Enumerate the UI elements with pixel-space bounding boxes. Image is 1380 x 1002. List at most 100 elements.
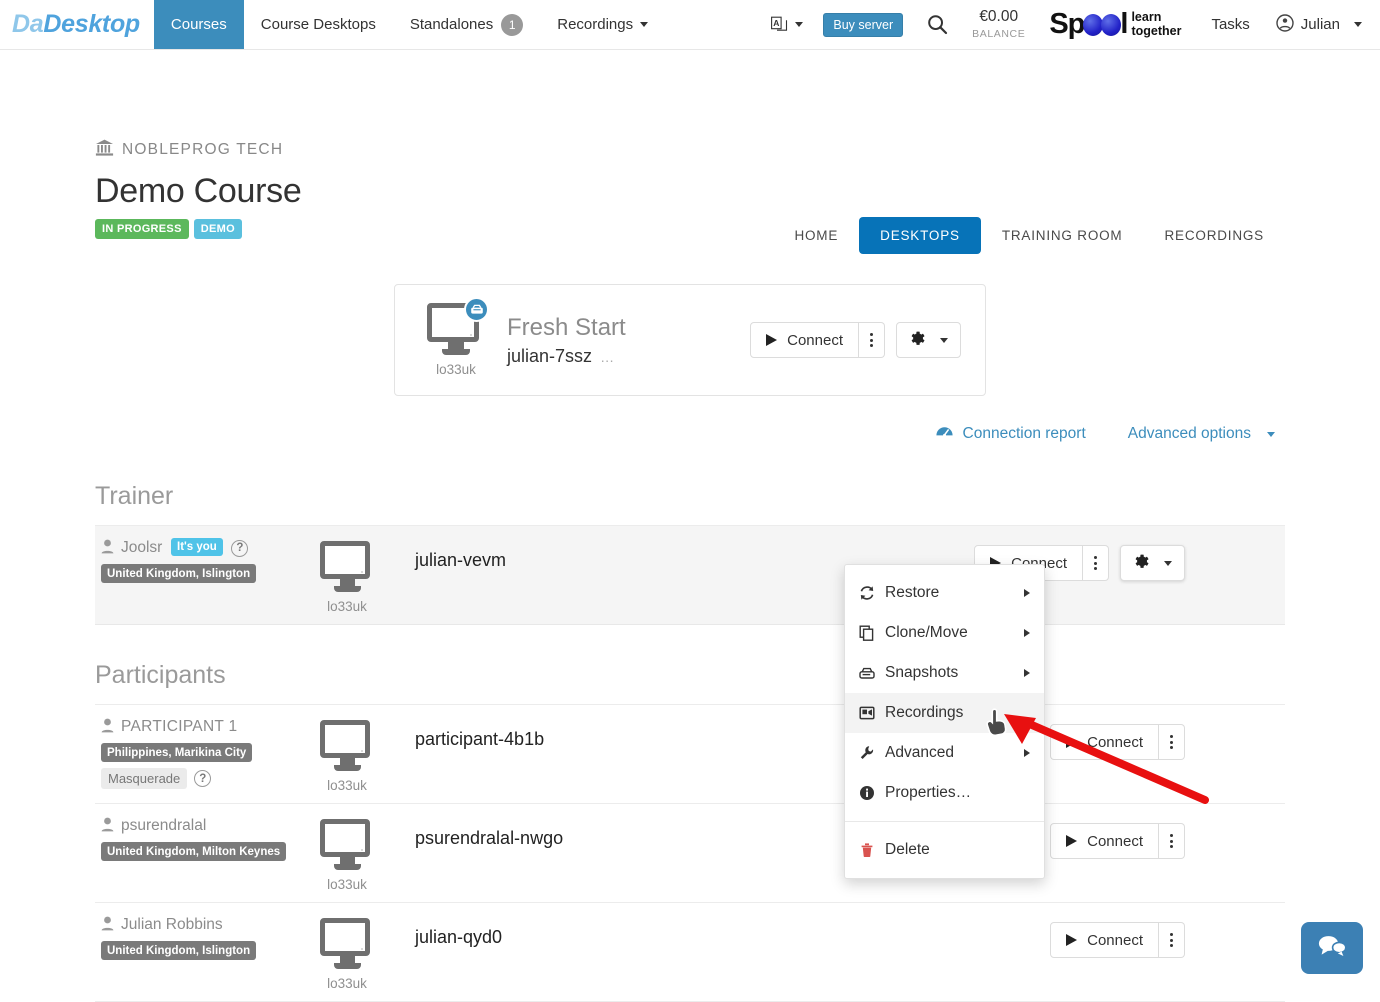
fresh-start-more[interactable]: …: [600, 349, 614, 365]
page-title: Demo Course: [95, 172, 302, 210]
row-user-name: psurendralal: [121, 817, 207, 834]
connect-button-label: Connect: [1087, 832, 1143, 850]
advanced-row: Connection report Advanced options: [95, 422, 1285, 446]
chat-widget-button[interactable]: [1301, 922, 1363, 974]
monitor-server-tag: lo33uk: [327, 778, 367, 793]
menu-item-clone-move[interactable]: Clone/Move: [845, 613, 1044, 653]
brand-logo[interactable]: Da Desktop: [0, 0, 154, 49]
svg-text:A: A: [774, 18, 780, 28]
language-selector[interactable]: A: [761, 16, 813, 33]
row-location-badge: United Kingdom, Milton Keynes: [101, 842, 287, 861]
chevron-right-icon: [1024, 629, 1030, 637]
tab-home[interactable]: HOME: [773, 217, 859, 254]
connection-report-label: Connection report: [962, 425, 1086, 442]
chevron-down-icon: [1354, 22, 1362, 27]
spool-tagline: learn together: [1131, 11, 1181, 37]
menu-item-delete[interactable]: Delete: [845, 830, 1044, 870]
buy-server-button[interactable]: Buy server: [823, 12, 904, 37]
menu-item-recordings-label: Recordings: [885, 704, 964, 721]
kebab-menu-icon[interactable]: [1159, 823, 1185, 859]
trainer-row-list: Joolsr It's you ? United Kingdom, Isling…: [95, 525, 1285, 625]
menu-item-advanced[interactable]: Advanced: [845, 733, 1044, 773]
balance-display[interactable]: €0.00 BALANCE: [962, 9, 1035, 40]
info-icon: [859, 785, 881, 801]
tab-training-room[interactable]: TRAINING ROOM: [981, 217, 1144, 254]
row-location-badge: Philippines, Marikina City: [101, 743, 253, 762]
chevron-down-icon: [640, 22, 649, 27]
connect-button-label: Connect: [1087, 931, 1143, 949]
table-row: psurendralal United Kingdom, Milton Keyn…: [95, 804, 1285, 903]
table-row: Julian Robbins United Kingdom, Islington…: [95, 903, 1285, 1002]
top-navbar: Da Desktop Courses Course Desktops Standa…: [0, 0, 1380, 50]
advanced-options-dropdown[interactable]: Advanced options: [1128, 425, 1275, 443]
person-icon: [101, 539, 114, 557]
fresh-start-text: Fresh Start julian-7ssz …: [507, 314, 626, 367]
breadcrumb[interactable]: NOBLEPROG TECH: [95, 50, 1285, 162]
chevron-right-icon: [1024, 749, 1030, 757]
table-row: PARTICIPANT 1 Philippines, Marikina City…: [95, 705, 1285, 804]
menu-item-properties[interactable]: Properties…: [845, 773, 1044, 813]
monitor-server-tag: lo33uk: [327, 976, 367, 991]
page-content: NOBLEPROG TECH Demo Course IN PROGRESS D…: [0, 50, 1380, 1002]
menu-item-delete-label: Delete: [885, 841, 930, 858]
nav-item-course-desktops[interactable]: Course Desktops: [244, 0, 393, 49]
tab-desktops[interactable]: DESKTOPS: [859, 217, 981, 254]
row-monitor-cell: lo33uk: [310, 916, 415, 991]
user-menu[interactable]: Julian: [1266, 13, 1366, 36]
nav-item-tasks[interactable]: Tasks: [1195, 16, 1265, 33]
monitor-server-tag: lo33uk: [327, 599, 367, 614]
fresh-start-card-wrapper: lo33uk Fresh Start julian-7ssz … Connect: [95, 284, 1285, 396]
advanced-options-label: Advanced options: [1127, 425, 1251, 442]
kebab-menu-icon[interactable]: [859, 322, 885, 358]
nav-item-courses[interactable]: Courses: [153, 0, 244, 49]
menu-item-snapshots[interactable]: Snapshots: [845, 653, 1044, 693]
menu-item-recordings[interactable]: Recordings: [845, 693, 1044, 733]
connect-button[interactable]: Connect: [1050, 823, 1159, 859]
avatar: [1276, 13, 1294, 36]
snapshot-icon: [859, 665, 881, 681]
menu-item-restore[interactable]: Restore: [845, 573, 1044, 613]
spool-word-end: l: [1120, 8, 1128, 40]
row-user-cell: Joolsr It's you ? United Kingdom, Isling…: [95, 538, 310, 583]
question-icon[interactable]: ?: [194, 770, 212, 787]
kebab-menu-icon[interactable]: [1159, 922, 1185, 958]
search-icon[interactable]: [913, 14, 962, 35]
spool-word-start: Sp: [1049, 8, 1085, 40]
gear-options-button[interactable]: [1120, 545, 1185, 581]
nav-item-standalones[interactable]: Standalones 1: [393, 0, 540, 49]
gear-options-button[interactable]: [896, 322, 961, 358]
tab-recordings[interactable]: RECORDINGS: [1143, 217, 1285, 254]
row-monitor-cell: lo33uk: [310, 817, 415, 892]
question-icon[interactable]: ?: [231, 539, 249, 557]
play-icon: [766, 334, 778, 346]
connect-button[interactable]: Connect: [1050, 724, 1159, 760]
kebab-menu-icon[interactable]: [1083, 545, 1109, 581]
desktop-context-menu: Restore Clone/Move Snapshots Recordings …: [844, 564, 1045, 879]
spool-logo[interactable]: Sp l learn together: [1035, 8, 1195, 41]
nav-item-recordings[interactable]: Recordings: [540, 0, 665, 49]
masquerade-button[interactable]: Masquerade: [101, 768, 188, 789]
connect-button[interactable]: Connect: [750, 322, 859, 358]
course-status-badges: IN PROGRESS DEMO: [95, 219, 301, 239]
person-icon: [101, 916, 114, 934]
kebab-menu-icon[interactable]: [1159, 724, 1185, 760]
play-icon: [1066, 736, 1078, 748]
status-badge-in-progress: IN PROGRESS: [95, 219, 189, 239]
course-tabs: HOME DESKTOPS TRAINING ROOM RECORDINGS: [773, 162, 1285, 254]
connect-button-label: Connect: [1087, 733, 1143, 751]
desktop-monitor-icon: lo33uk: [320, 819, 374, 892]
person-icon: [101, 817, 114, 835]
menu-item-restore-label: Restore: [885, 584, 940, 601]
fresh-start-card: lo33uk Fresh Start julian-7ssz … Connect: [394, 284, 986, 396]
connect-button[interactable]: Connect: [1050, 922, 1159, 958]
connection-report-link[interactable]: Connection report: [935, 422, 1086, 446]
breadcrumb-label: NOBLEPROG TECH: [122, 141, 284, 158]
row-user-name: Julian Robbins: [121, 916, 223, 933]
monitor-server-tag: lo33uk: [436, 362, 476, 377]
menu-item-advanced-label: Advanced: [885, 744, 954, 761]
menu-item-properties-label: Properties…: [885, 784, 972, 801]
nav-item-recordings-label: Recordings: [557, 16, 634, 33]
disk-icon: [464, 297, 489, 322]
row-user-name: Joolsr: [121, 539, 163, 556]
row-user-cell: psurendralal United Kingdom, Milton Keyn…: [95, 817, 310, 861]
